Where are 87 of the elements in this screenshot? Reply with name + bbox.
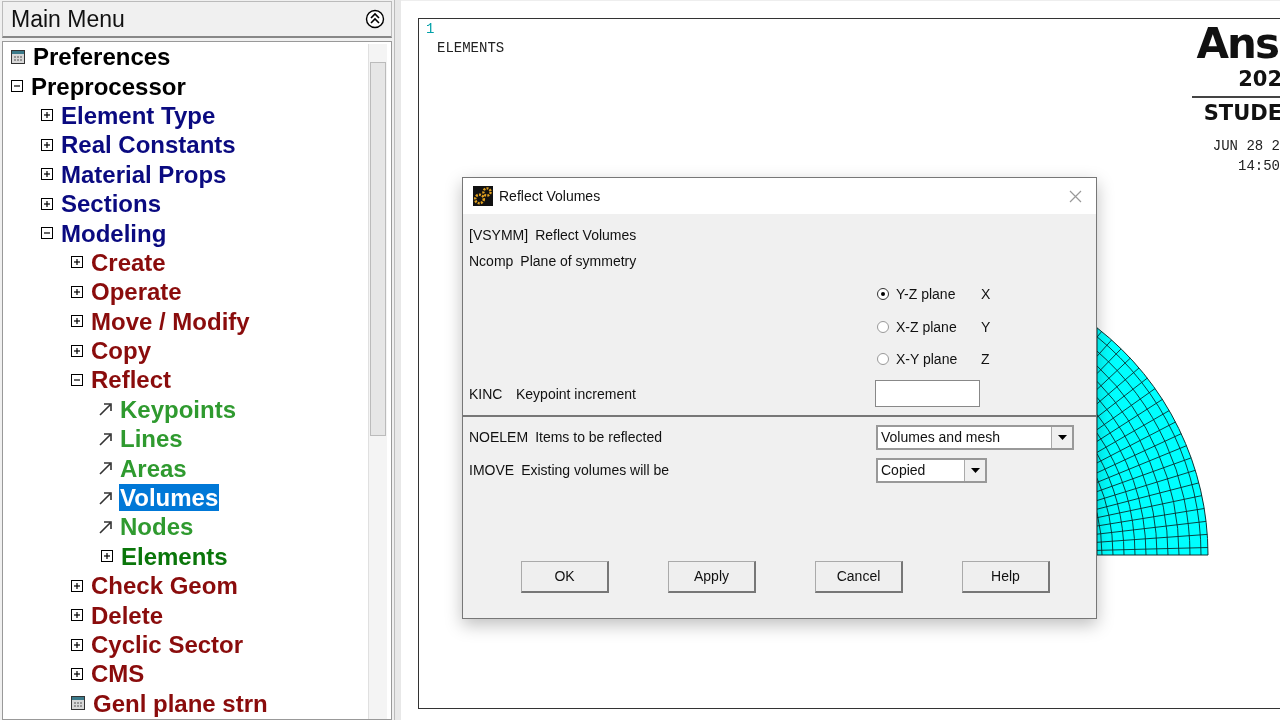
dropdown[interactable]: Copied bbox=[876, 457, 987, 483]
dialog-button[interactable]: Help bbox=[962, 560, 1050, 593]
parameter-code: KINC bbox=[469, 385, 504, 402]
field-label: Items to be reflected bbox=[535, 429, 662, 445]
arrow-icon bbox=[98, 401, 114, 418]
version-label: 202 bbox=[1238, 67, 1280, 91]
parameter-code: IMOVE bbox=[469, 462, 515, 478]
arrow-icon bbox=[98, 489, 114, 506]
menu-item[interactable]: Keypoints bbox=[119, 395, 237, 423]
menu-item[interactable]: Real Constants bbox=[60, 131, 237, 159]
edition-label: STUDE bbox=[1203, 101, 1280, 125]
menu-item[interactable]: CMS bbox=[90, 660, 146, 688]
field-label: Keypoint increment bbox=[516, 385, 636, 402]
input-field[interactable] bbox=[875, 380, 980, 407]
menu-item[interactable]: Cyclic Sector bbox=[90, 631, 245, 658]
plot-label: ELEMENTS bbox=[437, 40, 505, 56]
form-icon bbox=[11, 49, 25, 64]
menu-item[interactable]: Element Type bbox=[60, 101, 217, 129]
expander-icon[interactable] bbox=[71, 609, 83, 622]
menu-item[interactable]: Copy bbox=[90, 337, 152, 365]
axis-label: X bbox=[981, 286, 991, 303]
expander-icon[interactable] bbox=[71, 579, 83, 592]
menu-title: Main Menu bbox=[11, 5, 125, 33]
menu-item[interactable]: Delete bbox=[90, 601, 165, 629]
expander-icon[interactable] bbox=[71, 638, 83, 651]
dialog-title: Reflect Volumes bbox=[499, 188, 602, 204]
command-code: [VSYMM] bbox=[469, 227, 529, 243]
form-icon bbox=[71, 696, 85, 711]
menu-item[interactable]: Preferences bbox=[32, 43, 172, 71]
expander-icon[interactable] bbox=[41, 109, 53, 122]
menu-item[interactable]: Genl plane strn bbox=[92, 689, 269, 717]
dialog-button[interactable]: OK bbox=[521, 560, 609, 593]
expander-icon[interactable] bbox=[41, 168, 53, 181]
expander-icon[interactable] bbox=[71, 344, 83, 357]
expander-icon[interactable] bbox=[71, 285, 83, 298]
menu-item[interactable]: Reflect bbox=[90, 366, 173, 394]
arrow-icon bbox=[98, 460, 114, 477]
field-label: Existing volumes will be bbox=[521, 462, 669, 478]
menu-item[interactable]: Modeling bbox=[60, 219, 168, 247]
menu-item[interactable]: Volumes bbox=[119, 484, 220, 512]
menu-item[interactable]: Create bbox=[90, 248, 167, 276]
field-label: Plane of symmetry bbox=[520, 253, 637, 269]
menu-item[interactable]: Preprocessor bbox=[30, 72, 187, 100]
expander-icon[interactable] bbox=[41, 197, 53, 210]
menu-item[interactable]: Material Props bbox=[60, 160, 228, 188]
expander-icon[interactable] bbox=[71, 667, 83, 680]
expander-icon[interactable] bbox=[11, 80, 23, 93]
radio-label[interactable]: X-Y plane bbox=[896, 351, 958, 368]
radio-label[interactable]: X-Z plane bbox=[896, 318, 957, 335]
radio-button[interactable] bbox=[877, 353, 889, 366]
close-icon[interactable] bbox=[1069, 189, 1082, 203]
gears-icon bbox=[473, 186, 493, 206]
dialog-heading: Reflect Volumes bbox=[535, 227, 637, 243]
caret-icon bbox=[1057, 434, 1067, 440]
dropdown[interactable]: Volumes and mesh bbox=[876, 424, 1074, 450]
axis-label: Y bbox=[981, 318, 991, 335]
expander-icon[interactable] bbox=[71, 315, 83, 328]
scrollbar[interactable] bbox=[368, 44, 387, 719]
menu-item[interactable]: Lines bbox=[119, 425, 184, 453]
logo: Ans bbox=[1196, 19, 1278, 68]
window-number: 1 bbox=[426, 21, 435, 37]
expander-icon[interactable] bbox=[101, 550, 113, 563]
parameter-code: Ncomp bbox=[469, 253, 514, 269]
menu-item[interactable]: Sections bbox=[60, 190, 163, 218]
caret-icon bbox=[970, 467, 980, 473]
expander-icon[interactable] bbox=[71, 374, 83, 386]
menu-item[interactable]: Nodes bbox=[119, 513, 195, 541]
date-label: JUN 28 2 bbox=[1212, 138, 1280, 154]
collapse-icon[interactable] bbox=[365, 9, 385, 29]
radio-button[interactable] bbox=[877, 288, 889, 301]
menu-item[interactable]: Check Geom bbox=[90, 572, 239, 600]
arrow-icon bbox=[98, 518, 114, 535]
menu-item[interactable]: Areas bbox=[119, 454, 188, 482]
expander-icon[interactable] bbox=[41, 138, 53, 151]
arrow-icon bbox=[98, 430, 114, 447]
expander-icon[interactable] bbox=[41, 227, 53, 240]
menu-item[interactable]: Operate bbox=[90, 278, 183, 306]
parameter-code: NOELEM bbox=[469, 429, 529, 445]
dialog-button[interactable]: Apply bbox=[668, 560, 756, 593]
dialog-button[interactable]: Cancel bbox=[815, 560, 903, 593]
axis-label: Z bbox=[981, 351, 990, 368]
expander-icon[interactable] bbox=[71, 256, 83, 269]
radio-button[interactable] bbox=[877, 320, 889, 333]
menu-item[interactable]: Move / Modify bbox=[90, 307, 251, 335]
radio-label[interactable]: Y-Z plane bbox=[896, 286, 956, 303]
menu-item[interactable]: Elements bbox=[120, 542, 229, 570]
time-label: 14:50 bbox=[1238, 158, 1280, 174]
